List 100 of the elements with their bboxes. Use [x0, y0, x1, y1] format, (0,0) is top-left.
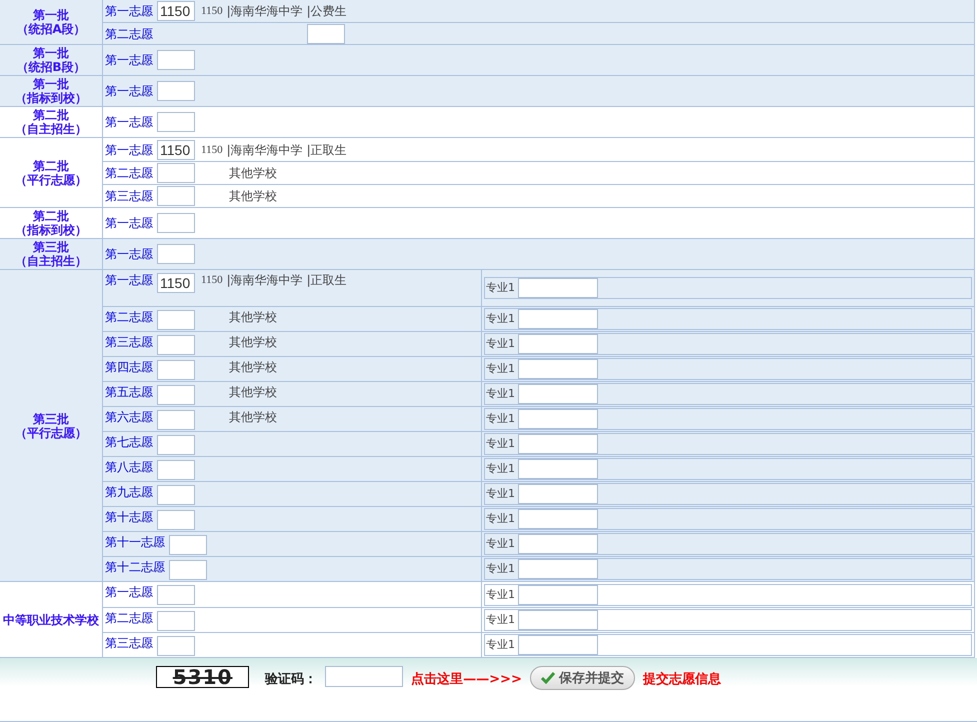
batch-title: 第一批	[33, 8, 69, 22]
batch-subtitle: （平行志愿）	[15, 426, 87, 440]
choice-label: 第一志愿	[105, 142, 153, 156]
school-name: 其他学校	[229, 385, 277, 399]
school-code: 1150	[201, 273, 223, 287]
choice-label: 第一志愿	[105, 53, 153, 67]
captcha-label: 验证码：	[265, 671, 318, 688]
choice-label: 第二志愿	[105, 26, 153, 40]
school-code-field[interactable]	[157, 81, 195, 101]
major-label: 专业1	[486, 412, 515, 426]
school-code: 1150	[201, 4, 223, 18]
school-code-field[interactable]	[157, 611, 195, 631]
major-label: 专业1	[486, 638, 515, 652]
major-label: 专业1	[486, 387, 515, 401]
major-label: 专业1	[486, 512, 515, 526]
school-code-field[interactable]	[157, 585, 195, 605]
captcha-image: 5310	[156, 666, 250, 688]
batch-title: 第二批	[33, 158, 69, 172]
major-field[interactable]	[518, 459, 598, 479]
choice-label: 第三志愿	[105, 636, 153, 650]
major-field[interactable]	[518, 434, 598, 454]
batch-subtitle: （统招B段）	[16, 60, 86, 74]
school-code-field[interactable]	[169, 535, 207, 555]
choice-label: 第六志愿	[105, 410, 153, 424]
major-label: 专业1	[486, 613, 515, 627]
major-field[interactable]	[518, 309, 598, 329]
school-code-field[interactable]	[169, 560, 207, 580]
batch-title: 第一批	[33, 77, 69, 91]
school-code-field[interactable]	[157, 385, 195, 405]
school-name: 其他学校	[229, 335, 277, 349]
major-field[interactable]	[518, 584, 598, 604]
major-label: 专业1	[486, 437, 515, 451]
choice-label: 第八志愿	[105, 460, 153, 474]
school-code-field[interactable]	[157, 163, 195, 183]
choice-label: 第二志愿	[105, 611, 153, 625]
major-label: 专业1	[486, 537, 515, 551]
checkmark-icon	[540, 672, 555, 684]
batch-subtitle: （指标到校）	[15, 223, 87, 237]
major-field[interactable]	[518, 278, 598, 298]
school-code-field[interactable]	[157, 186, 195, 206]
student-type: |正取生	[306, 273, 347, 287]
hint-text: 点击这里——>>>	[411, 670, 522, 688]
batch-subtitle: （自主招生）	[15, 122, 87, 136]
major-field[interactable]	[518, 534, 598, 554]
choice-label: 第二志愿	[105, 166, 153, 180]
major-label: 专业1	[486, 588, 515, 602]
batch-title: 第一批	[33, 46, 69, 60]
major-label: 专业1	[486, 562, 515, 576]
choice-label: 第七志愿	[105, 435, 153, 449]
major-field[interactable]	[518, 559, 598, 579]
school-code-field[interactable]: 1150	[157, 1, 195, 21]
school-code-field[interactable]	[157, 636, 195, 656]
major-label: 专业1	[486, 362, 515, 376]
major-field[interactable]	[518, 409, 598, 429]
major-field[interactable]	[518, 484, 598, 504]
major-label: 专业1	[486, 462, 515, 476]
school-code-field[interactable]	[157, 485, 195, 505]
batch-title: 第二批	[33, 108, 69, 122]
school-code-field[interactable]	[157, 510, 195, 530]
school-code-field[interactable]	[157, 435, 195, 455]
batch-subtitle: （统招A段）	[16, 22, 86, 36]
school-code-field[interactable]	[157, 460, 195, 480]
batch-title: 第二批	[33, 209, 69, 223]
school-code-field[interactable]	[157, 360, 195, 380]
school-name: 其他学校	[229, 310, 277, 324]
major-field[interactable]	[518, 509, 598, 529]
school-code-field[interactable]	[157, 213, 195, 233]
choice-label: 第一志愿	[105, 585, 153, 599]
choice-label: 第十一志愿	[105, 535, 165, 549]
school-code-field[interactable]	[157, 244, 195, 264]
school-name: |海南华海中学	[226, 4, 303, 18]
batch-subtitle: （自主招生）	[15, 254, 87, 268]
choice-label: 第三志愿	[105, 335, 153, 349]
school-code-field[interactable]	[157, 112, 195, 132]
captcha-field[interactable]	[325, 666, 404, 687]
school-code-field[interactable]: 1150	[157, 140, 195, 160]
major-field[interactable]	[518, 359, 598, 379]
school-code-field[interactable]	[307, 24, 345, 44]
major-field[interactable]	[518, 384, 598, 404]
choice-label: 第十二志愿	[105, 560, 165, 574]
major-field[interactable]	[518, 635, 598, 655]
major-label: 专业1	[486, 337, 515, 351]
school-code-field[interactable]	[157, 310, 195, 330]
choice-label: 第四志愿	[105, 360, 153, 374]
student-type: |正取生	[306, 142, 347, 156]
choice-label: 第一志愿	[105, 84, 153, 98]
save-submit-button[interactable]: 保存并提交	[530, 666, 635, 690]
batch-title: 第三批	[33, 412, 69, 426]
major-field[interactable]	[518, 610, 598, 630]
school-code-field[interactable]: 1150	[157, 273, 195, 293]
school-code-field[interactable]	[157, 335, 195, 355]
student-type: |公费生	[306, 4, 347, 18]
submit-note: 提交志愿信息	[642, 670, 721, 688]
batch-title: 第三批	[33, 240, 69, 254]
school-code-field[interactable]	[157, 410, 195, 430]
major-field[interactable]	[518, 334, 598, 354]
major-label: 专业1	[486, 312, 515, 326]
batch-subtitle: （指标到校）	[15, 91, 87, 105]
school-code-field[interactable]	[157, 50, 195, 70]
school-name: |海南华海中学	[226, 273, 303, 287]
